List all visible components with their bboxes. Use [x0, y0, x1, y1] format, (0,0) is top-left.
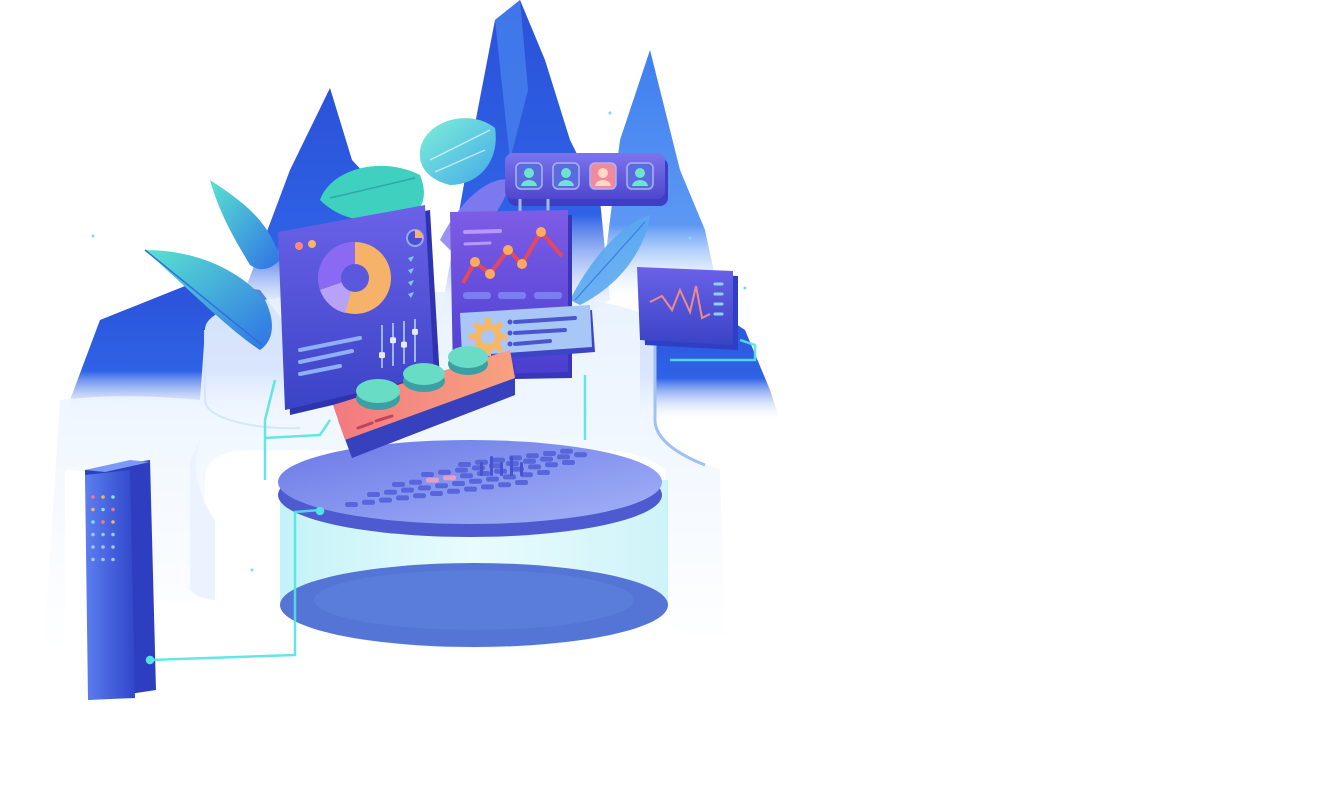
knob	[403, 363, 445, 392]
keyboard-key	[362, 499, 375, 505]
keyboard-key	[421, 472, 434, 477]
server-led	[91, 557, 95, 562]
server-led	[101, 495, 105, 499]
server-led	[91, 520, 95, 524]
keyboard-key	[379, 497, 392, 503]
keyboard-key	[540, 456, 553, 462]
keyboard-key	[384, 489, 397, 495]
keyboard-key	[430, 491, 443, 496]
keyboard-bar	[510, 456, 513, 476]
leaf-left-upper	[210, 180, 280, 270]
keyboard-key	[543, 451, 556, 456]
keyboard-key	[452, 481, 465, 486]
keyboard-key	[526, 453, 539, 459]
keyboard-key	[345, 502, 358, 507]
keyboard-key	[460, 473, 473, 479]
server-led	[111, 557, 115, 562]
keyboard-key	[545, 462, 558, 468]
keyboard-key	[574, 452, 587, 458]
server-led	[101, 557, 105, 562]
keyboard-key	[492, 457, 505, 463]
keyboard-key	[413, 493, 426, 499]
server-led	[101, 545, 105, 549]
server-led	[91, 532, 95, 537]
small-monitor	[637, 267, 738, 350]
keyboard-key	[528, 464, 541, 470]
keyboard-bar	[480, 462, 483, 476]
server-led	[111, 532, 115, 537]
keyboard-key	[498, 482, 511, 488]
knob	[356, 379, 400, 410]
keyboard-key	[515, 480, 528, 485]
server-led	[101, 520, 105, 524]
keyboard-key	[472, 465, 485, 471]
keyboard-key	[486, 476, 499, 482]
platform	[278, 440, 662, 537]
keyboard-key	[469, 478, 482, 484]
keyboard-key	[455, 467, 468, 473]
keyboard-key	[503, 474, 516, 480]
keyboard-key	[537, 470, 550, 475]
user-avatar-icon	[589, 162, 617, 190]
server-led	[91, 495, 95, 499]
server-led	[111, 520, 115, 524]
keyboard-key	[477, 471, 490, 476]
keyboard-bar	[490, 456, 493, 476]
keyboard-key	[464, 486, 477, 492]
server-led	[91, 545, 95, 549]
keyboard-key	[392, 482, 405, 487]
keyboard-key	[396, 495, 409, 501]
donut-chart-icon	[317, 241, 391, 314]
server-led	[101, 507, 105, 512]
server-tower	[85, 460, 156, 700]
keyboard-bar	[500, 462, 503, 476]
keyboard-key	[409, 479, 422, 485]
keyboard-key	[418, 485, 431, 491]
keyboard-key	[560, 448, 573, 454]
server-led	[91, 507, 95, 512]
keyboard-key	[438, 469, 451, 475]
keyboard-key	[562, 460, 575, 465]
keyboard-bar	[520, 462, 523, 476]
user-avatar-icon	[552, 162, 580, 190]
keyboard-key	[443, 475, 456, 481]
keyboard-key	[426, 477, 439, 483]
keyboard-key	[557, 454, 570, 460]
server-led	[111, 507, 115, 512]
user-avatar-icon	[626, 162, 654, 190]
server-led	[111, 545, 115, 549]
keyboard-key	[435, 483, 448, 489]
keyboard-key	[447, 488, 460, 494]
keyboard-key	[481, 484, 494, 490]
server-led	[111, 495, 115, 499]
keyboard-key	[367, 492, 380, 497]
user-avatar-icon	[515, 162, 543, 190]
keyboard-key	[401, 487, 414, 493]
server-led	[101, 532, 105, 537]
keyboard-key	[523, 458, 536, 464]
isometric-dashboard-illustration	[45, 0, 780, 700]
knob	[448, 346, 488, 375]
keyboard-key	[458, 462, 471, 467]
